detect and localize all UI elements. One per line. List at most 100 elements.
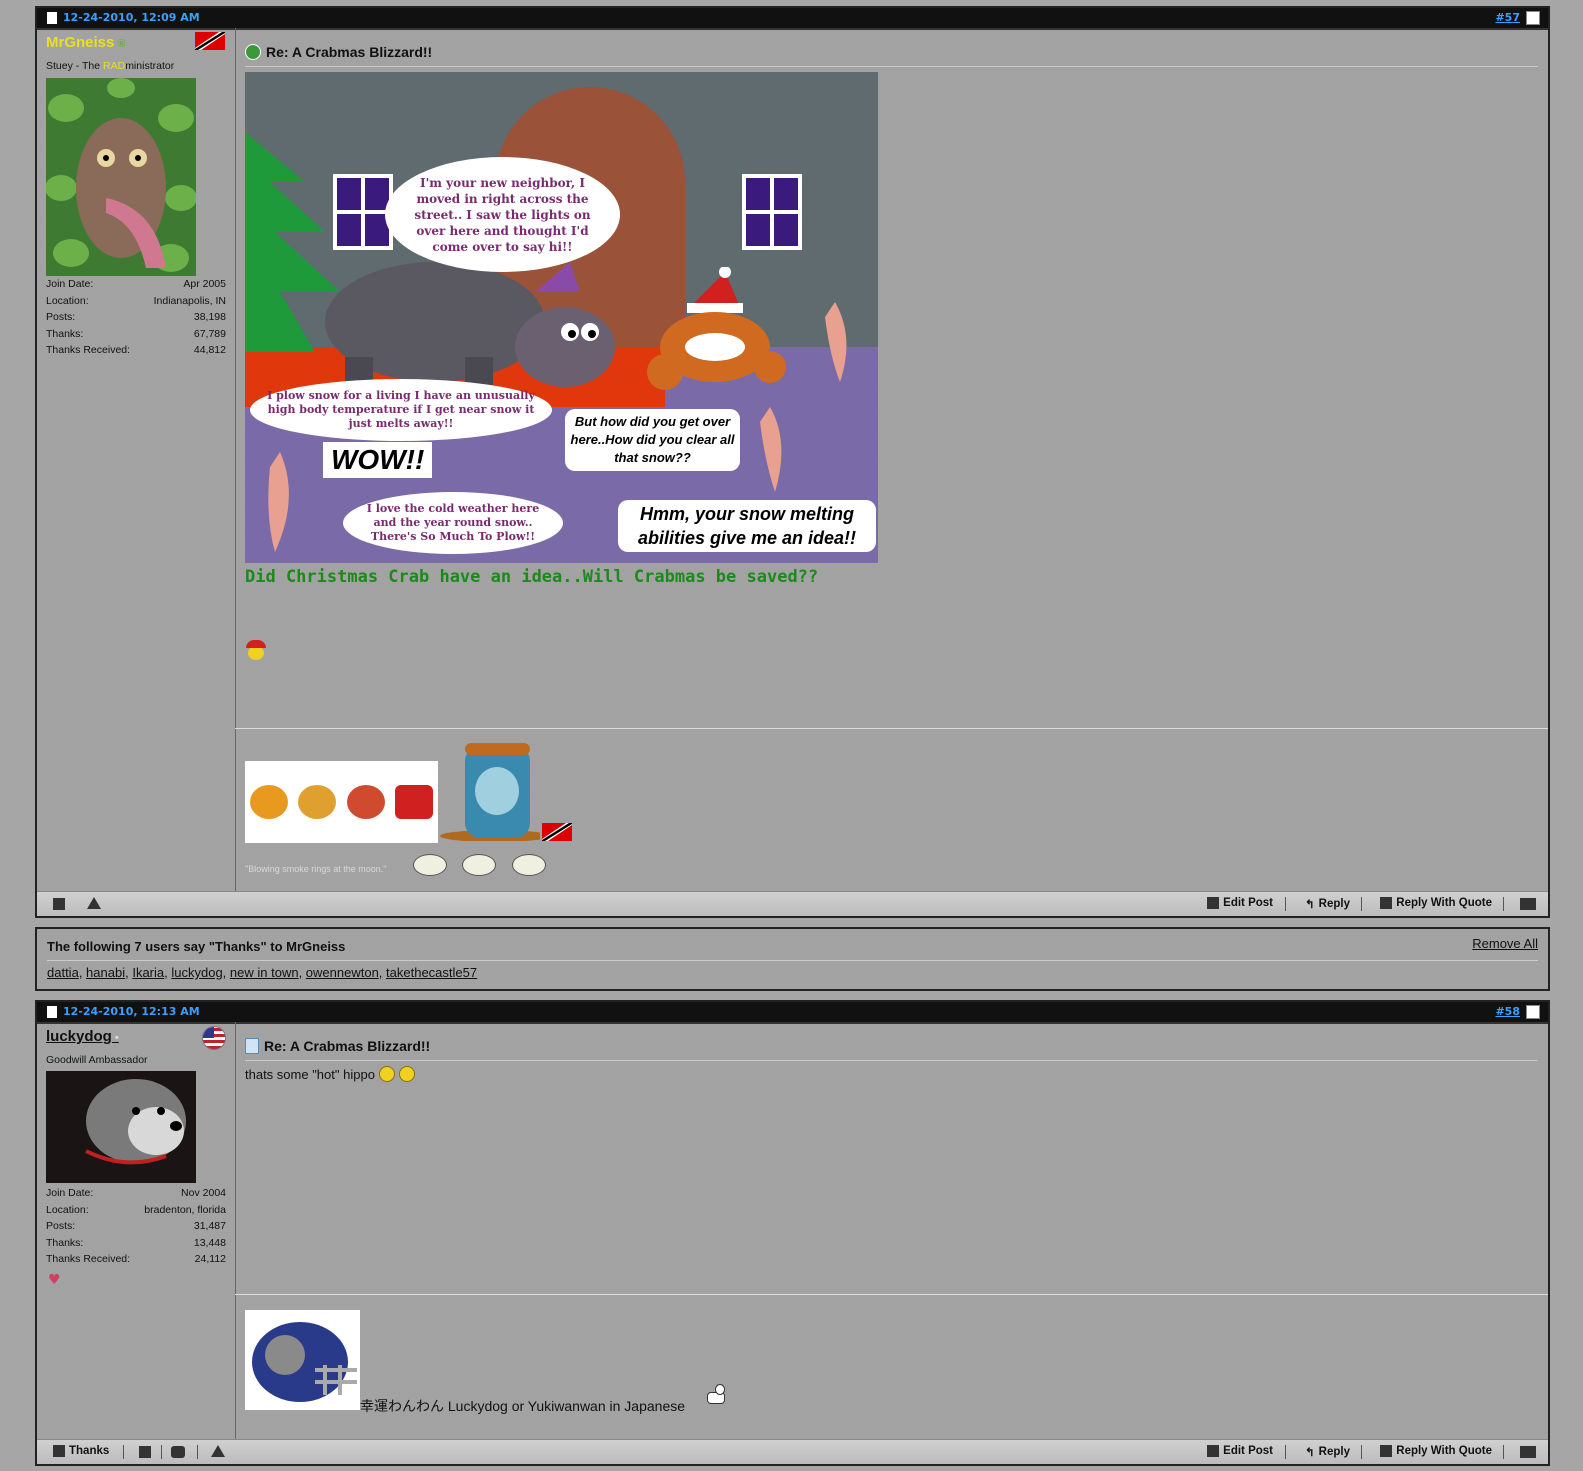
post-header: 12-24-2010, 12:13 AM #58 [37, 1002, 1548, 1024]
avatar[interactable] [46, 1071, 196, 1183]
post-content: Re: A Crabmas Blizzard!! thats some "hot… [235, 1022, 1548, 1444]
separator [123, 1445, 124, 1459]
user-sidebar: luckydog • Goodwill Ambassador Join Date… [37, 1022, 236, 1444]
garfield-icon [298, 785, 337, 819]
reply-button[interactable]: ↰ Reply [1305, 897, 1350, 911]
separator [1361, 1445, 1362, 1459]
reply-arrow-icon: ↰ [1305, 899, 1315, 911]
shrimp-image [760, 407, 782, 492]
us-flag-icon [202, 1026, 226, 1050]
user-stats: Join Date: Apr 2005 Location: Indianapolis… [46, 278, 226, 361]
remove-all-link[interactable]: Remove All [1472, 936, 1538, 951]
grin-smiley-icon [245, 44, 261, 60]
window-right [742, 174, 802, 250]
post-body: thats some "hot" hippo [245, 1066, 415, 1082]
post-number-link[interactable]: #57 [1495, 11, 1520, 24]
reply-with-quote-button[interactable]: Reply With Quote [1380, 897, 1492, 909]
thanks-user-link[interactable]: dattia [47, 965, 79, 980]
thanks-user-link[interactable]: luckydog [171, 965, 222, 980]
wow-label: WOW!! [323, 442, 433, 478]
stat-label: Posts: [46, 1220, 76, 1232]
stat-value: 13,448 [193, 1236, 226, 1249]
garfield-icon [250, 785, 289, 819]
select-checkbox[interactable] [1526, 11, 1540, 25]
reply-with-quote-button[interactable]: Reply With Quote [1380, 1445, 1492, 1457]
user-title-prefix: Stuey - The [46, 60, 104, 72]
user-sidebar: MrGneiss ® Stuey - The RADministrator Jo… [37, 28, 236, 896]
thanks-button[interactable]: Thanks [53, 1445, 109, 1457]
username[interactable]: luckydog [46, 1028, 112, 1045]
hippo-image [325, 262, 615, 392]
trinidad-flag-icon [195, 32, 225, 50]
stat-value: Indianapolis, IN [153, 294, 226, 307]
signature-banner [245, 761, 438, 843]
document-icon [47, 12, 57, 24]
offline-status-icon: • [111, 1032, 119, 1044]
crab-image [647, 267, 786, 390]
thanks-user-link[interactable]: takethecastle57 [386, 965, 477, 980]
post-body-text: Did Christmas Crab have an idea..Will Cr… [245, 567, 819, 587]
edit-post-button[interactable]: Edit Post [1207, 897, 1273, 909]
select-checkbox[interactable] [1526, 1005, 1540, 1019]
edit-post-label: Edit Post [1223, 1445, 1273, 1457]
post-footer: Thanks Edit Post ↰ Reply Reply With Quote [37, 1439, 1548, 1464]
reply-label: Reply [1318, 1446, 1350, 1458]
user-stats: Join Date: Nov 2004 Location: bradenton, f… [46, 1187, 226, 1270]
sheep-icon [462, 854, 496, 876]
post-date: 12-24-2010, 12:13 AM [63, 1005, 200, 1018]
speech-box: But how did you get over here..How did y… [565, 409, 740, 471]
ip-icon[interactable] [139, 1446, 151, 1458]
avatar[interactable] [46, 78, 196, 276]
post-title: Re: A Crabmas Blizzard!! [245, 1038, 430, 1054]
post-document-icon [245, 1038, 259, 1054]
edit-post-button[interactable]: Edit Post [1207, 1445, 1273, 1457]
thanks-user-link[interactable]: new in town [230, 965, 299, 980]
document-icon [47, 1006, 57, 1018]
separator [1361, 897, 1362, 911]
report-icon[interactable] [211, 1445, 225, 1457]
signature-divider [235, 1294, 1548, 1295]
thanks-user-link[interactable]: Ikaria [132, 965, 164, 980]
reply-with-quote-label: Reply With Quote [1396, 1445, 1492, 1457]
thanks-user-link[interactable]: owennewton [306, 965, 379, 980]
sheep-icon [413, 854, 447, 876]
separator [161, 1445, 162, 1459]
user-title: Goodwill Ambassador [46, 1054, 148, 1066]
report-icon[interactable] [87, 897, 101, 909]
comic-image: I'm your new neighbor, I moved in right … [245, 72, 878, 563]
speech-bubble-text: I'm your new neighbor, I moved in right … [414, 175, 591, 254]
ip-icon[interactable] [53, 898, 65, 910]
post-number-link[interactable]: #58 [1495, 1005, 1520, 1018]
stat-label: Join Date: [46, 1187, 94, 1199]
speech-bubble-text: I love the cold weather here and the yea… [366, 502, 540, 543]
stat-label: Join Date: [46, 278, 94, 290]
speech-bubble: I love the cold weather here and the yea… [343, 492, 563, 554]
signature-text: 幸運わんわん Luckydog or Yukiwanwan in Japanes… [360, 1398, 686, 1414]
stat-value: 24,112 [194, 1253, 226, 1265]
username-link[interactable]: MrGneiss ® [46, 34, 126, 51]
speech-bubble-text: I plow snow for a living I have an unusu… [267, 389, 535, 430]
thanks-user-link[interactable]: hanabi [86, 965, 125, 980]
stat-value: 67,789 [193, 327, 226, 340]
dog-icon [703, 1382, 727, 1408]
shrimp-image [825, 302, 847, 382]
post-body-text: thats some "hot" hippo [245, 1066, 375, 1082]
post-title: Re: A Crabmas Blizzard!! [245, 44, 432, 60]
brain-jar-image [440, 743, 540, 841]
smiley-icon [378, 1066, 395, 1082]
username[interactable]: MrGneiss [46, 34, 114, 51]
speech-box-text: But how did you get over here..How did y… [570, 414, 735, 465]
infraction-icon[interactable] [171, 1446, 185, 1458]
multiquote-icon[interactable] [1520, 1446, 1536, 1458]
post-footer: Edit Post ↰ Reply Reply With Quote [37, 891, 1548, 916]
separator [1503, 897, 1504, 911]
username-link[interactable]: luckydog • [46, 1028, 119, 1045]
thanks-divider [47, 960, 1538, 961]
shrimp-image [268, 452, 289, 552]
user-title-suffix: ministrator [125, 60, 175, 72]
reply-button[interactable]: ↰ Reply [1305, 1445, 1350, 1459]
multiquote-icon[interactable] [1520, 898, 1536, 910]
stat-label: Thanks Received: [46, 344, 131, 356]
reply-arrow-icon: ↰ [1305, 1447, 1315, 1459]
stat-label: Thanks: [46, 1236, 84, 1249]
